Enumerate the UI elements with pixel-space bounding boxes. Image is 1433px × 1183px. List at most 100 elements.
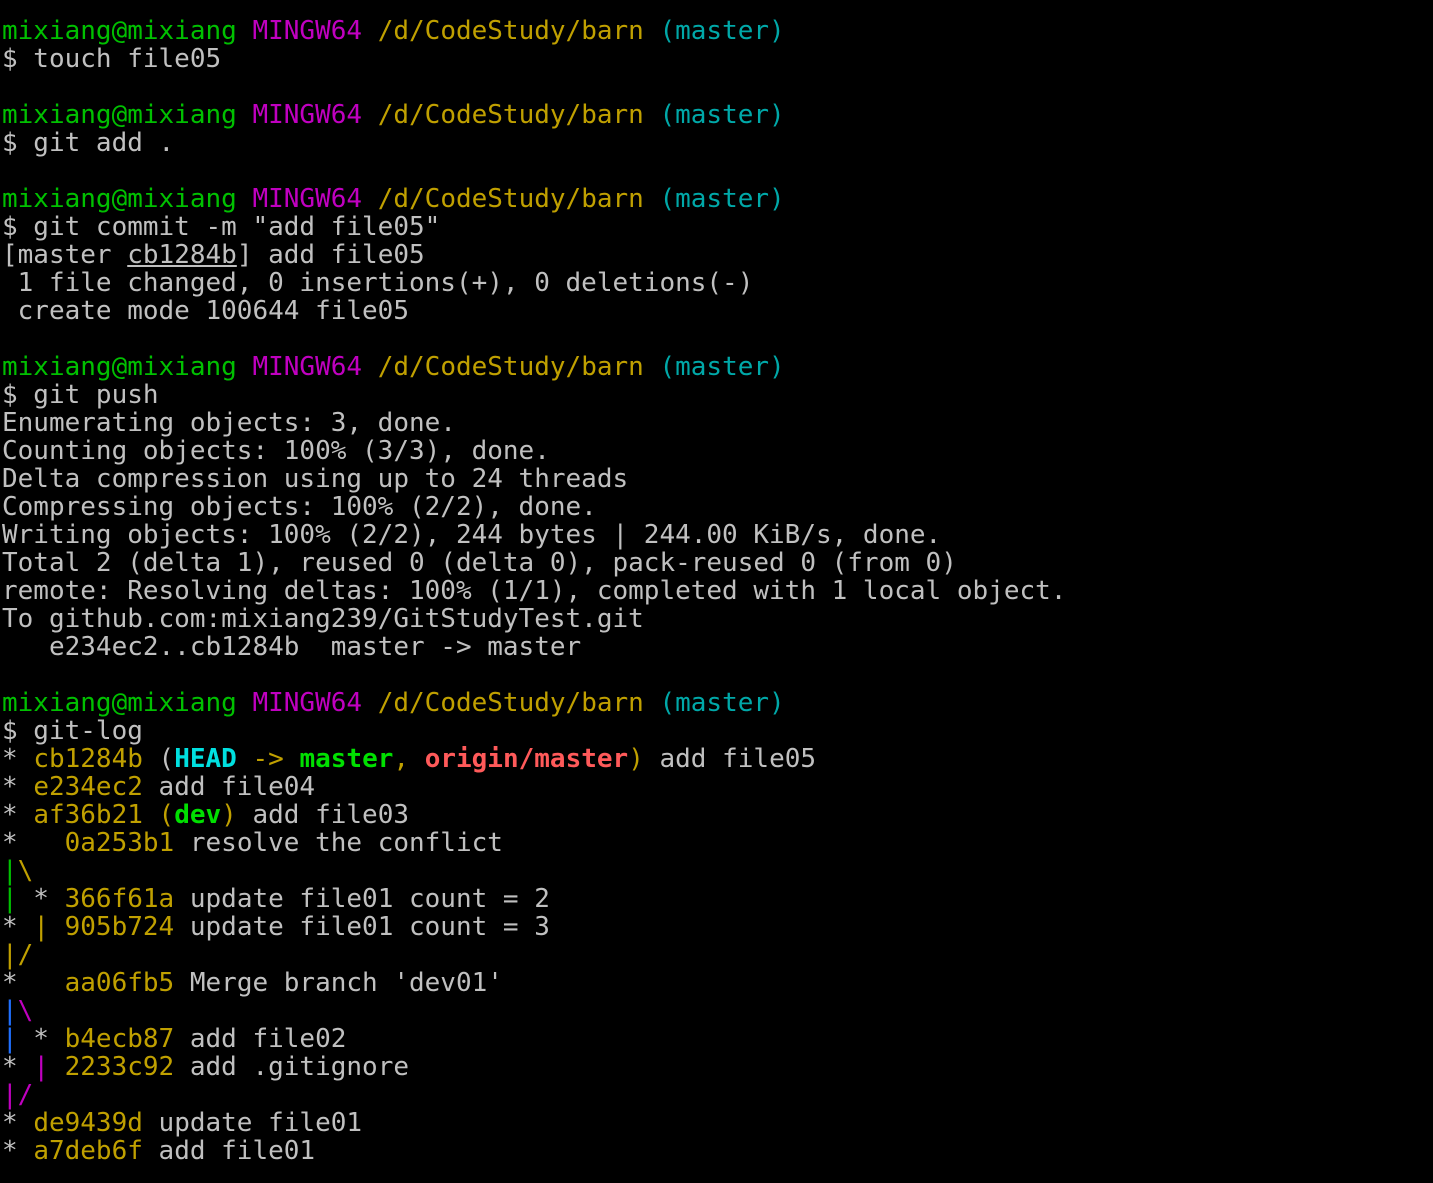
terminal-text: | [2, 1080, 18, 1110]
terminal-output[interactable]: mixiang@mixiang MINGW64 /d/CodeStudy/bar… [0, 0, 1433, 1183]
terminal-line: create mode 100644 file05 [2, 297, 1433, 325]
terminal-text: mixiang@mixiang [2, 352, 237, 382]
terminal-text: $ git-log [2, 716, 143, 746]
terminal-text: mixiang@mixiang [2, 688, 237, 718]
terminal-text: Writing objects: 100% (2/2), 244 bytes |… [2, 520, 942, 550]
terminal-text: * [2, 912, 34, 942]
terminal-text: ) [628, 744, 644, 774]
terminal-text: update file01 [142, 1108, 363, 1138]
terminal-line: e234ec2..cb1284b master -> master [2, 633, 1433, 661]
terminal-text: / [17, 940, 34, 970]
terminal-line: * de9439d update file01 [2, 1109, 1433, 1137]
terminal-text: a7deb6f [33, 1136, 143, 1166]
terminal-text: dev [174, 800, 222, 830]
terminal-text: * [2, 772, 34, 802]
terminal-text: * [2, 744, 34, 774]
terminal-line: $ git commit -m "add file05" [2, 213, 1433, 241]
terminal-text: add file03 [236, 800, 410, 830]
terminal-text: 1 file changed, 0 insertions(+), 0 delet… [2, 268, 754, 298]
terminal-text: | [2, 884, 18, 914]
terminal-text: HEAD [174, 744, 237, 774]
terminal-line: $ git-log [2, 717, 1433, 745]
terminal-line: * cb1284b (HEAD -> master, origin/master… [2, 745, 1433, 773]
terminal-line: Total 2 (delta 1), reused 0 (delta 0), p… [2, 549, 1433, 577]
terminal-line: $ git add . [2, 129, 1433, 157]
terminal-line: Writing objects: 100% (2/2), 244 bytes |… [2, 521, 1433, 549]
terminal-text: 0a253b1 [64, 828, 175, 858]
terminal-text: add file05 [643, 744, 817, 774]
terminal-line: 1 file changed, 0 insertions(+), 0 delet… [2, 269, 1433, 297]
terminal-text: * [2, 800, 34, 830]
terminal-text: | [2, 940, 18, 970]
terminal-text: (master) [659, 184, 785, 214]
terminal-text: * [2, 968, 65, 998]
terminal-line: |/ [2, 941, 1433, 969]
terminal-line: mixiang@mixiang MINGW64 /d/CodeStudy/bar… [2, 689, 1433, 717]
terminal-text: | [2, 1024, 18, 1054]
terminal-text: [master [2, 240, 128, 270]
terminal-text: add .gitignore [174, 1052, 410, 1082]
terminal-text: ( [142, 744, 175, 774]
terminal-text: MINGW64 [252, 352, 363, 382]
terminal-text: mixiang@mixiang [2, 184, 237, 214]
terminal-text: e234ec2 [33, 772, 143, 802]
terminal-text: \ [17, 856, 34, 886]
terminal-line: mixiang@mixiang MINGW64 /d/CodeStudy/bar… [2, 17, 1433, 45]
terminal-text: ( [142, 800, 175, 830]
terminal-line: * a7deb6f add file01 [2, 1137, 1433, 1165]
terminal-text: * [17, 1024, 65, 1054]
terminal-text: origin/master [424, 744, 629, 774]
terminal-line: * | 2233c92 add .gitignore [2, 1053, 1433, 1081]
terminal-text: (master) [659, 16, 785, 46]
terminal-text: 905b724 [64, 912, 175, 942]
terminal-text: / [17, 1080, 34, 1110]
terminal-text: MINGW64 [252, 688, 363, 718]
terminal-text: * [2, 1052, 34, 1082]
terminal-text: 366f61a [64, 884, 175, 914]
terminal-text: /d/CodeStudy/barn [377, 184, 644, 214]
terminal-line: remote: Resolving deltas: 100% (1/1), co… [2, 577, 1433, 605]
terminal-text: add file02 [174, 1024, 347, 1054]
terminal-text: | [33, 912, 49, 942]
terminal-line: mixiang@mixiang MINGW64 /d/CodeStudy/bar… [2, 101, 1433, 129]
terminal-text: * [2, 828, 65, 858]
terminal-text: $ git push [2, 380, 159, 410]
terminal-text: To github.com:mixiang239/GitStudyTest.gi… [2, 604, 644, 634]
terminal-text: , [393, 744, 425, 774]
terminal-text: update file01 count = 2 [174, 884, 550, 914]
terminal-line: mixiang@mixiang MINGW64 /d/CodeStudy/bar… [2, 353, 1433, 381]
terminal-text: Merge branch 'dev01' [174, 968, 503, 998]
terminal-text: | [2, 856, 18, 886]
terminal-text: master [299, 744, 394, 774]
terminal-text: MINGW64 [252, 184, 363, 214]
terminal-text: update file01 count = 3 [174, 912, 550, 942]
terminal-text: add file01 [142, 1136, 316, 1166]
terminal-line: [master cb1284b] add file05 [2, 241, 1433, 269]
terminal-text: 2233c92 [64, 1052, 175, 1082]
terminal-text: create mode 100644 file05 [2, 296, 409, 326]
terminal-text: Total 2 (delta 1), reused 0 (delta 0), p… [2, 548, 957, 578]
terminal-text: e234ec2..cb1284b master -> master [2, 632, 582, 662]
terminal-line: Counting objects: 100% (3/3), done. [2, 437, 1433, 465]
terminal-text: de9439d [33, 1108, 143, 1138]
terminal-text: cb1284b [127, 240, 237, 270]
terminal-text: * [2, 1136, 34, 1166]
terminal-text: mixiang@mixiang [2, 100, 237, 130]
terminal-text: $ git commit -m "add file05" [2, 212, 441, 242]
terminal-text: add file04 [142, 772, 316, 802]
terminal-text: mixiang@mixiang [2, 16, 237, 46]
terminal-text: af36b21 [33, 800, 143, 830]
terminal-text: | [33, 1052, 49, 1082]
